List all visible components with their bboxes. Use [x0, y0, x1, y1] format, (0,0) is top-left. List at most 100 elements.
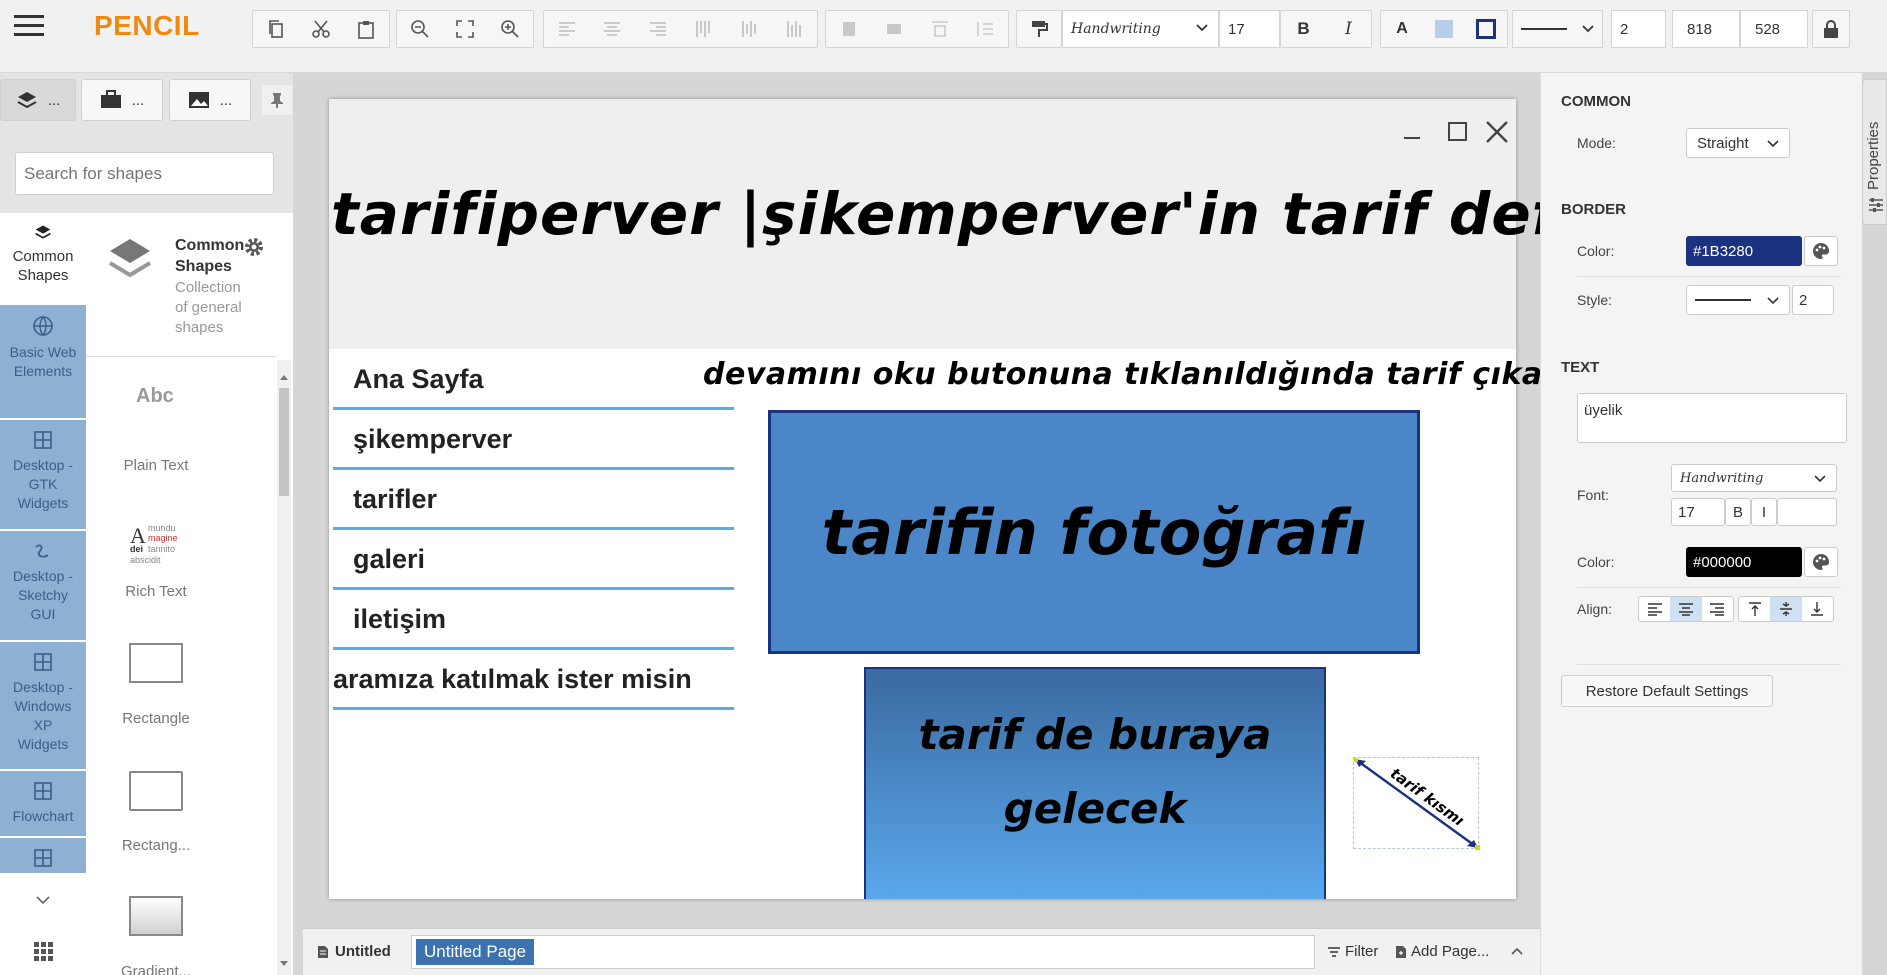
apps-grid-icon[interactable] — [33, 941, 53, 961]
font-size-input[interactable]: 17 — [1671, 498, 1725, 526]
page-title-text[interactable]: tarifiperver |şikemperver'in tarif defte… — [331, 179, 1676, 249]
spacing-icon[interactable] — [963, 10, 1009, 48]
scroll-down-icon[interactable] — [280, 961, 288, 970]
italic-toggle[interactable]: I — [1751, 498, 1777, 526]
font-size-input[interactable]: 17 — [1219, 10, 1280, 48]
chevron-down-icon[interactable] — [36, 895, 50, 905]
gradient-rectangle-preview[interactable] — [129, 896, 183, 936]
border-style-select[interactable] — [1686, 285, 1790, 315]
zoom-in-icon[interactable] — [488, 10, 533, 48]
align-left-icon[interactable] — [544, 10, 590, 48]
scrollbar-thumb[interactable] — [279, 388, 289, 496]
tab-clipart[interactable]: ... — [169, 79, 251, 121]
page-menu-button[interactable]: Untitled — [317, 943, 391, 960]
align-center-icon[interactable] — [1670, 597, 1702, 621]
valign-bottom-icon[interactable] — [1802, 602, 1833, 616]
arrow-selection-box[interactable]: tarif kısmı — [1353, 757, 1480, 850]
tab-collections[interactable]: ... — [0, 79, 76, 121]
align-top-icon[interactable] — [681, 10, 727, 48]
mode-select[interactable]: Straight — [1686, 128, 1790, 158]
scroll-up-icon[interactable] — [280, 374, 288, 383]
category-sketchy[interactable]: Desktop - Sketchy GUI — [0, 530, 86, 640]
copy-icon[interactable] — [253, 10, 298, 48]
same-width-icon[interactable] — [826, 10, 872, 48]
distribute-icon[interactable] — [917, 10, 963, 48]
nav-item-home[interactable]: Ana Sayfa — [333, 352, 734, 410]
plain-text-preview[interactable]: Abc — [136, 385, 174, 408]
nav-item-gallery[interactable]: galeri — [333, 532, 734, 590]
valign-top-icon[interactable] — [1739, 602, 1770, 616]
category-common-shapes[interactable]: Common Shapes — [0, 213, 86, 305]
search-input[interactable] — [15, 152, 274, 195]
rich-text-preview[interactable]: Amundu magine dei tannito abscidit — [130, 521, 184, 567]
text-content-input[interactable]: üyelik — [1577, 393, 1847, 443]
chevron-up-icon[interactable] — [1511, 947, 1523, 955]
drawing-page[interactable]: tarifiperver |şikemperver'in tarif defte… — [329, 99, 1676, 899]
stroke-color-button[interactable] — [1465, 10, 1507, 48]
paste-icon[interactable] — [344, 10, 389, 48]
palette-icon[interactable] — [1804, 236, 1838, 266]
shapes-scrollbar[interactable] — [277, 360, 291, 975]
properties-tab[interactable]: Properties — [1862, 79, 1887, 225]
bold-toggle[interactable]: B — [1725, 498, 1751, 526]
height-input[interactable]: 528 — [1740, 10, 1808, 48]
filter-button[interactable]: Filter — [1327, 943, 1378, 960]
nav-item-recipes[interactable]: tarifler — [333, 472, 734, 530]
category-winxp[interactable]: Desktop - Windows XP Widgets — [0, 641, 86, 769]
zoom-out-icon[interactable] — [397, 10, 442, 48]
font-family-select[interactable]: Handwriting — [1062, 10, 1219, 48]
pin-icon[interactable] — [262, 85, 292, 115]
align-left-icon[interactable] — [1639, 602, 1670, 616]
bold-button[interactable]: B — [1281, 10, 1326, 48]
text-color-button[interactable]: A — [1381, 10, 1423, 48]
stroke-style-select[interactable] — [1512, 10, 1603, 48]
close-icon[interactable] — [1484, 119, 1510, 145]
border-color-field[interactable]: #1B3280 — [1686, 236, 1802, 266]
tab-untitled-page[interactable]: Untitled Page — [416, 939, 535, 965]
width-input[interactable]: 818 — [1672, 10, 1740, 48]
tab-private[interactable]: ... — [81, 79, 163, 121]
gear-icon[interactable] — [242, 235, 266, 259]
text-color-field[interactable]: #000000 — [1686, 547, 1802, 577]
rounded-rectangle-preview[interactable] — [129, 771, 183, 811]
page-name: Untitled — [335, 943, 391, 960]
align-middle-icon[interactable] — [726, 10, 772, 48]
category-gtk[interactable]: Desktop - GTK Widgets — [0, 419, 86, 529]
category-flowchart[interactable]: Flowchart — [0, 770, 86, 836]
valign-middle-icon[interactable] — [1770, 597, 1802, 621]
font-extra-field[interactable] — [1777, 498, 1837, 526]
restore-defaults-button[interactable]: Restore Default Settings — [1561, 675, 1773, 707]
same-height-icon[interactable] — [872, 10, 918, 48]
fit-screen-icon[interactable] — [442, 10, 487, 48]
photo-placeholder[interactable]: tarifin fotoğrafı — [768, 410, 1420, 654]
add-page-label: Add Page... — [1411, 943, 1490, 960]
nav-item-contact[interactable]: iletişim — [333, 592, 734, 650]
add-page-button[interactable]: Add Page... — [1395, 943, 1489, 960]
rectangle-preview[interactable] — [129, 643, 183, 683]
category-basic-web[interactable]: Basic Web Elements — [0, 305, 86, 418]
minimize-icon[interactable] — [1402, 121, 1424, 143]
mode-label: Mode: — [1577, 135, 1616, 151]
align-right-icon[interactable] — [1702, 602, 1733, 616]
align-bottom-icon[interactable] — [772, 10, 818, 48]
fill-color-button[interactable] — [1423, 10, 1465, 48]
align-right-icon[interactable] — [635, 10, 681, 48]
grid-icon — [0, 781, 86, 801]
stroke-width-input[interactable]: 2 — [1611, 10, 1666, 48]
palette-icon[interactable] — [1804, 547, 1838, 577]
font-family-select[interactable]: Handwriting — [1671, 464, 1837, 492]
border-width-input[interactable]: 2 — [1792, 285, 1834, 315]
menu-icon[interactable] — [14, 13, 46, 37]
category-more[interactable] — [0, 837, 86, 873]
divider — [1577, 664, 1841, 665]
align-center-icon[interactable] — [590, 10, 636, 48]
nav-item-join[interactable]: aramıza katılmak ister misin — [333, 652, 734, 710]
notice-text[interactable]: devamını oku butonuna tıklanıldığında ta… — [703, 353, 1602, 397]
nav-item-sikemperver[interactable]: şikemperver — [333, 412, 734, 470]
maximize-icon[interactable] — [1447, 121, 1469, 143]
format-painter-icon[interactable] — [1017, 10, 1061, 48]
lock-icon[interactable] — [1813, 10, 1849, 48]
recipe-content-box[interactable]: tarif de buraya gelecek — [864, 667, 1326, 899]
italic-button[interactable]: I — [1326, 10, 1371, 48]
cut-icon[interactable] — [298, 10, 343, 48]
